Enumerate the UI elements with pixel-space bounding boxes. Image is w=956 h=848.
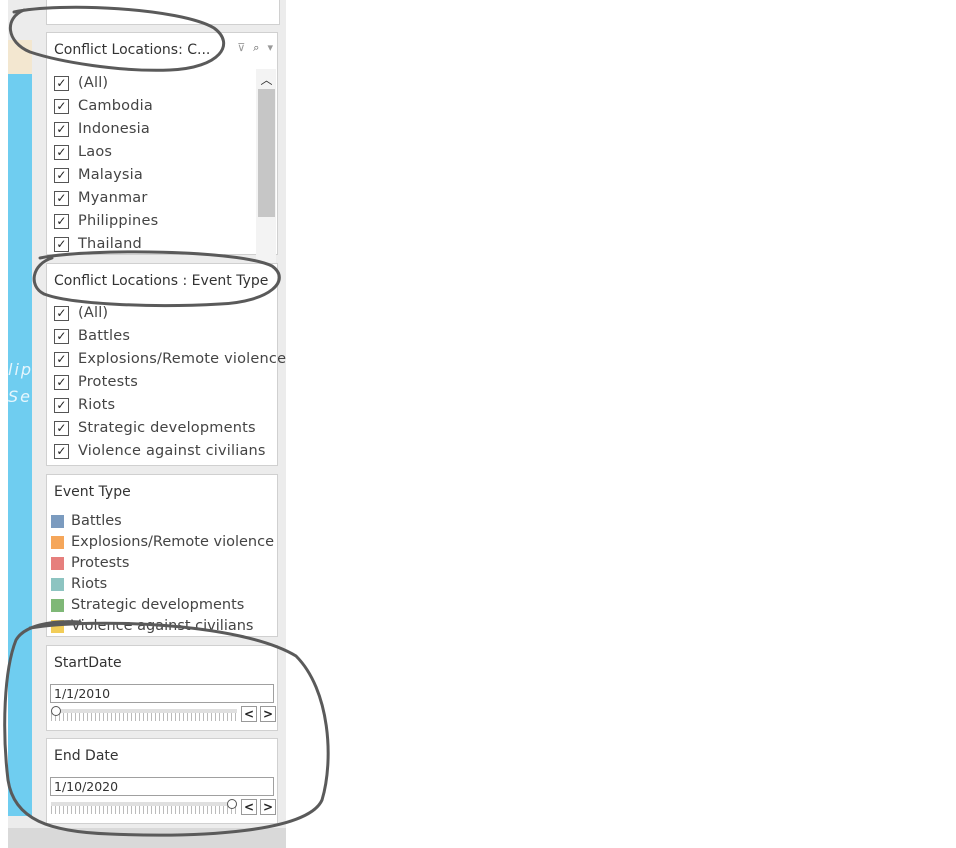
event-type-filter-card: Conflict Locations : Event Type ✓ (All) ✓… — [46, 263, 286, 466]
list-item[interactable]: ✓ Malaysia — [54, 165, 143, 185]
start-date-title: StartDate — [54, 655, 122, 671]
list-item[interactable]: ✓ (All) — [54, 73, 108, 93]
start-date-card: StartDate 1/1/2010 < > — [46, 645, 278, 731]
legend-title: Event Type — [54, 484, 131, 500]
checkbox[interactable]: ✓ — [54, 144, 69, 160]
legend-item[interactable]: Riots — [51, 574, 107, 594]
list-item[interactable]: ✓ Protests — [54, 372, 138, 392]
legend-swatch — [51, 619, 64, 633]
left-margin — [0, 0, 8, 848]
scroll-up-icon[interactable]: ︿ — [258, 70, 275, 88]
previous-card-bottom — [46, 0, 280, 25]
legend-swatch — [51, 535, 64, 549]
start-date-slider-knob[interactable] — [51, 706, 61, 716]
legend-swatch — [51, 577, 64, 591]
legend-swatch — [51, 556, 64, 570]
legend-item[interactable]: Violence against civilians — [51, 616, 253, 636]
map-ghost-text: lip — [8, 360, 32, 379]
checkbox[interactable]: ✓ — [54, 75, 69, 91]
end-date-slider[interactable] — [51, 799, 237, 814]
start-date-prev-button[interactable]: < — [241, 706, 257, 722]
end-date-prev-button[interactable]: < — [241, 799, 257, 815]
bottom-bar — [8, 828, 286, 848]
checkbox[interactable]: ✓ — [54, 351, 69, 367]
checkbox[interactable]: ✓ — [54, 98, 69, 114]
search-icon[interactable]: ⌕ — [253, 41, 259, 55]
scrollbar-thumb[interactable] — [258, 89, 275, 217]
list-item[interactable]: ✓ Laos — [54, 142, 112, 162]
location-filter-card: Conflict Locations: C... ⊽ ⌕ ▾ ✓ (All) ✓ C… — [46, 32, 278, 285]
location-filter-header-icons: ⊽ ⌕ ▾ — [237, 41, 273, 55]
list-item[interactable]: ✓ Battles — [54, 326, 130, 346]
location-filter-list: ✓ (All) ✓ Cambodia ✓ Indonesia ✓ Laos ✓ Malay… — [47, 69, 259, 285]
checkbox[interactable]: ✓ — [54, 121, 69, 137]
end-date-next-button[interactable]: > — [260, 799, 276, 815]
location-filter-title: Conflict Locations: C... — [54, 42, 211, 58]
list-item[interactable]: ✓ Riots — [54, 395, 115, 415]
list-item[interactable]: ✓ Explosions/Remote violence — [54, 349, 286, 369]
list-item[interactable]: ✓ Violence against civilians — [54, 441, 266, 461]
event-type-filter-title: Conflict Locations : Event Type — [54, 273, 269, 289]
legend-item[interactable]: Battles — [51, 511, 122, 531]
start-date-slider[interactable] — [51, 706, 237, 721]
legend-swatch — [51, 598, 64, 612]
legend-item[interactable]: Explosions/Remote violence — [51, 532, 274, 552]
list-item[interactable]: ✓ Thailand — [54, 234, 142, 254]
end-date-card: End Date 1/10/2020 < > — [46, 738, 278, 824]
filter-icon[interactable]: ⊽ — [237, 41, 245, 55]
list-item[interactable]: ✓ Cambodia — [54, 96, 153, 116]
end-date-title: End Date — [54, 748, 119, 764]
dropdown-icon[interactable]: ▾ — [267, 41, 273, 55]
location-filter-scrollbar[interactable]: ︿ ﹀ — [256, 69, 276, 285]
map-ghost-text: Se — [8, 387, 32, 406]
list-item[interactable]: ✓ Strategic developments — [54, 418, 256, 438]
legend-item[interactable]: Protests — [51, 553, 129, 573]
checkbox[interactable]: ✓ — [54, 397, 69, 413]
checkbox[interactable]: ✓ — [54, 443, 69, 459]
checkbox[interactable]: ✓ — [54, 305, 69, 321]
checkbox[interactable]: ✓ — [54, 328, 69, 344]
start-date-next-button[interactable]: > — [260, 706, 276, 722]
checkbox[interactable]: ✓ — [54, 236, 69, 252]
checkbox[interactable]: ✓ — [54, 167, 69, 183]
viz-header-strip — [8, 40, 32, 74]
checkbox[interactable]: ✓ — [54, 190, 69, 206]
checkbox[interactable]: ✓ — [54, 374, 69, 390]
list-item[interactable]: ✓ Indonesia — [54, 119, 150, 139]
legend-swatch — [51, 514, 64, 528]
end-date-slider-knob[interactable] — [227, 799, 237, 809]
list-item[interactable]: ✓ (All) — [54, 303, 108, 323]
list-item[interactable]: ✓ Philippines — [54, 211, 158, 231]
event-type-legend-card: Event Type Battles Explosions/Remote vio… — [46, 474, 278, 637]
checkbox[interactable]: ✓ — [54, 420, 69, 436]
start-date-input[interactable]: 1/1/2010 — [50, 684, 274, 703]
end-date-input[interactable]: 1/10/2020 — [50, 777, 274, 796]
checkbox[interactable]: ✓ — [54, 213, 69, 229]
map-panel[interactable]: lip Se — [8, 74, 32, 816]
list-item[interactable]: ✓ Myanmar — [54, 188, 148, 208]
legend-item[interactable]: Strategic developments — [51, 595, 244, 615]
